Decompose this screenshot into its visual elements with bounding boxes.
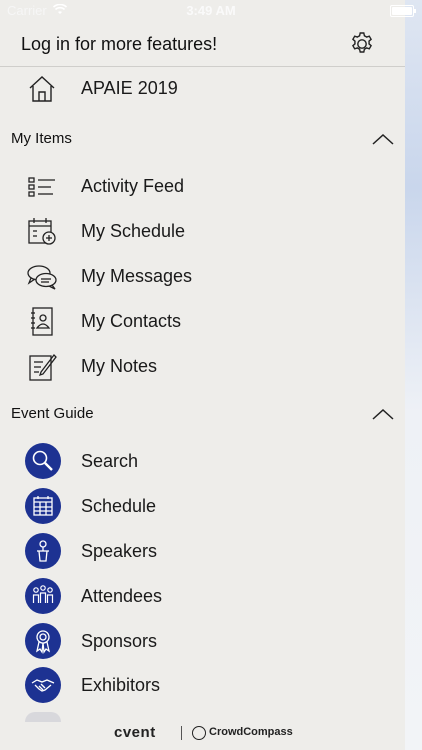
menu-item-label: My Contacts — [81, 311, 182, 331]
menu-item-my-schedule[interactable]: My Schedule — [0, 209, 405, 253]
gear-icon[interactable] — [348, 30, 376, 58]
contacts-icon — [31, 307, 53, 336]
menu-item-activity-feed[interactable]: Activity Feed — [0, 164, 405, 208]
menu-item-my-notes[interactable]: My Notes — [0, 344, 405, 388]
crowdcompass-logo: CrowdCompass — [209, 726, 293, 738]
menu-header: Log in for more features! — [0, 22, 405, 67]
menu-item-label: Schedule — [81, 496, 157, 516]
menu-item-speakers[interactable]: Speakers — [0, 529, 405, 573]
calendar-add-icon — [28, 218, 56, 245]
menu-item-exhibitors[interactable]: Exhibitors — [0, 663, 405, 707]
section-header-event-guide[interactable]: Event Guide — [0, 399, 405, 429]
side-menu: Log in for more features! APAIE 2019 My … — [0, 0, 405, 750]
speakers-icon — [25, 533, 61, 569]
section-header-my-items[interactable]: My Items — [0, 124, 405, 154]
menu-item-label: Sponsors — [81, 631, 158, 651]
section-title: My Items — [11, 130, 72, 147]
divider — [181, 726, 182, 740]
menu-item-sponsors[interactable]: Sponsors — [0, 619, 405, 663]
menu-item-label: My Schedule — [81, 221, 186, 241]
menu-item-attendees[interactable]: Attendees — [0, 574, 405, 618]
status-bar: Carrier 3:49 AM — [0, 0, 422, 22]
menu-item-label: Search — [81, 451, 139, 471]
search-icon — [25, 443, 61, 479]
menu-item-label: Attendees — [81, 586, 163, 606]
menu-item-label: Exhibitors — [81, 675, 161, 695]
schedule-icon — [25, 488, 61, 524]
menu-item-label: My Notes — [81, 356, 158, 376]
home-icon — [29, 76, 55, 102]
menu-item-home[interactable]: APAIE 2019 — [0, 66, 405, 110]
crowdcompass-logo-icon — [192, 726, 206, 740]
menu-item-my-messages[interactable]: My Messages — [0, 254, 405, 298]
chevron-up-icon[interactable] — [371, 407, 395, 421]
exhibitors-icon — [25, 667, 61, 703]
menu-item-search[interactable]: Search — [0, 439, 405, 483]
menu-item-schedule[interactable]: Schedule — [0, 484, 405, 528]
activity-feed-icon — [28, 177, 55, 197]
menu-item-label: Speakers — [81, 541, 158, 561]
cvent-logo: cvent — [114, 724, 156, 741]
footer: cvent CrowdCompass — [0, 720, 405, 750]
section-title: Event Guide — [11, 405, 94, 422]
messages-icon — [27, 265, 57, 290]
clock: 3:49 AM — [186, 3, 236, 18]
menu-item-my-contacts[interactable]: My Contacts — [0, 299, 405, 343]
menu-item-label: APAIE 2019 — [81, 78, 178, 98]
sponsors-icon — [25, 623, 61, 659]
menu-item-label: My Messages — [81, 266, 193, 286]
login-prompt[interactable]: Log in for more features! — [21, 34, 217, 55]
chevron-up-icon[interactable] — [371, 132, 395, 146]
notes-icon — [29, 354, 57, 381]
menu-item-label: Activity Feed — [81, 176, 185, 196]
attendees-icon — [25, 578, 61, 614]
battery-icon — [390, 5, 416, 17]
background-strip — [405, 0, 422, 750]
